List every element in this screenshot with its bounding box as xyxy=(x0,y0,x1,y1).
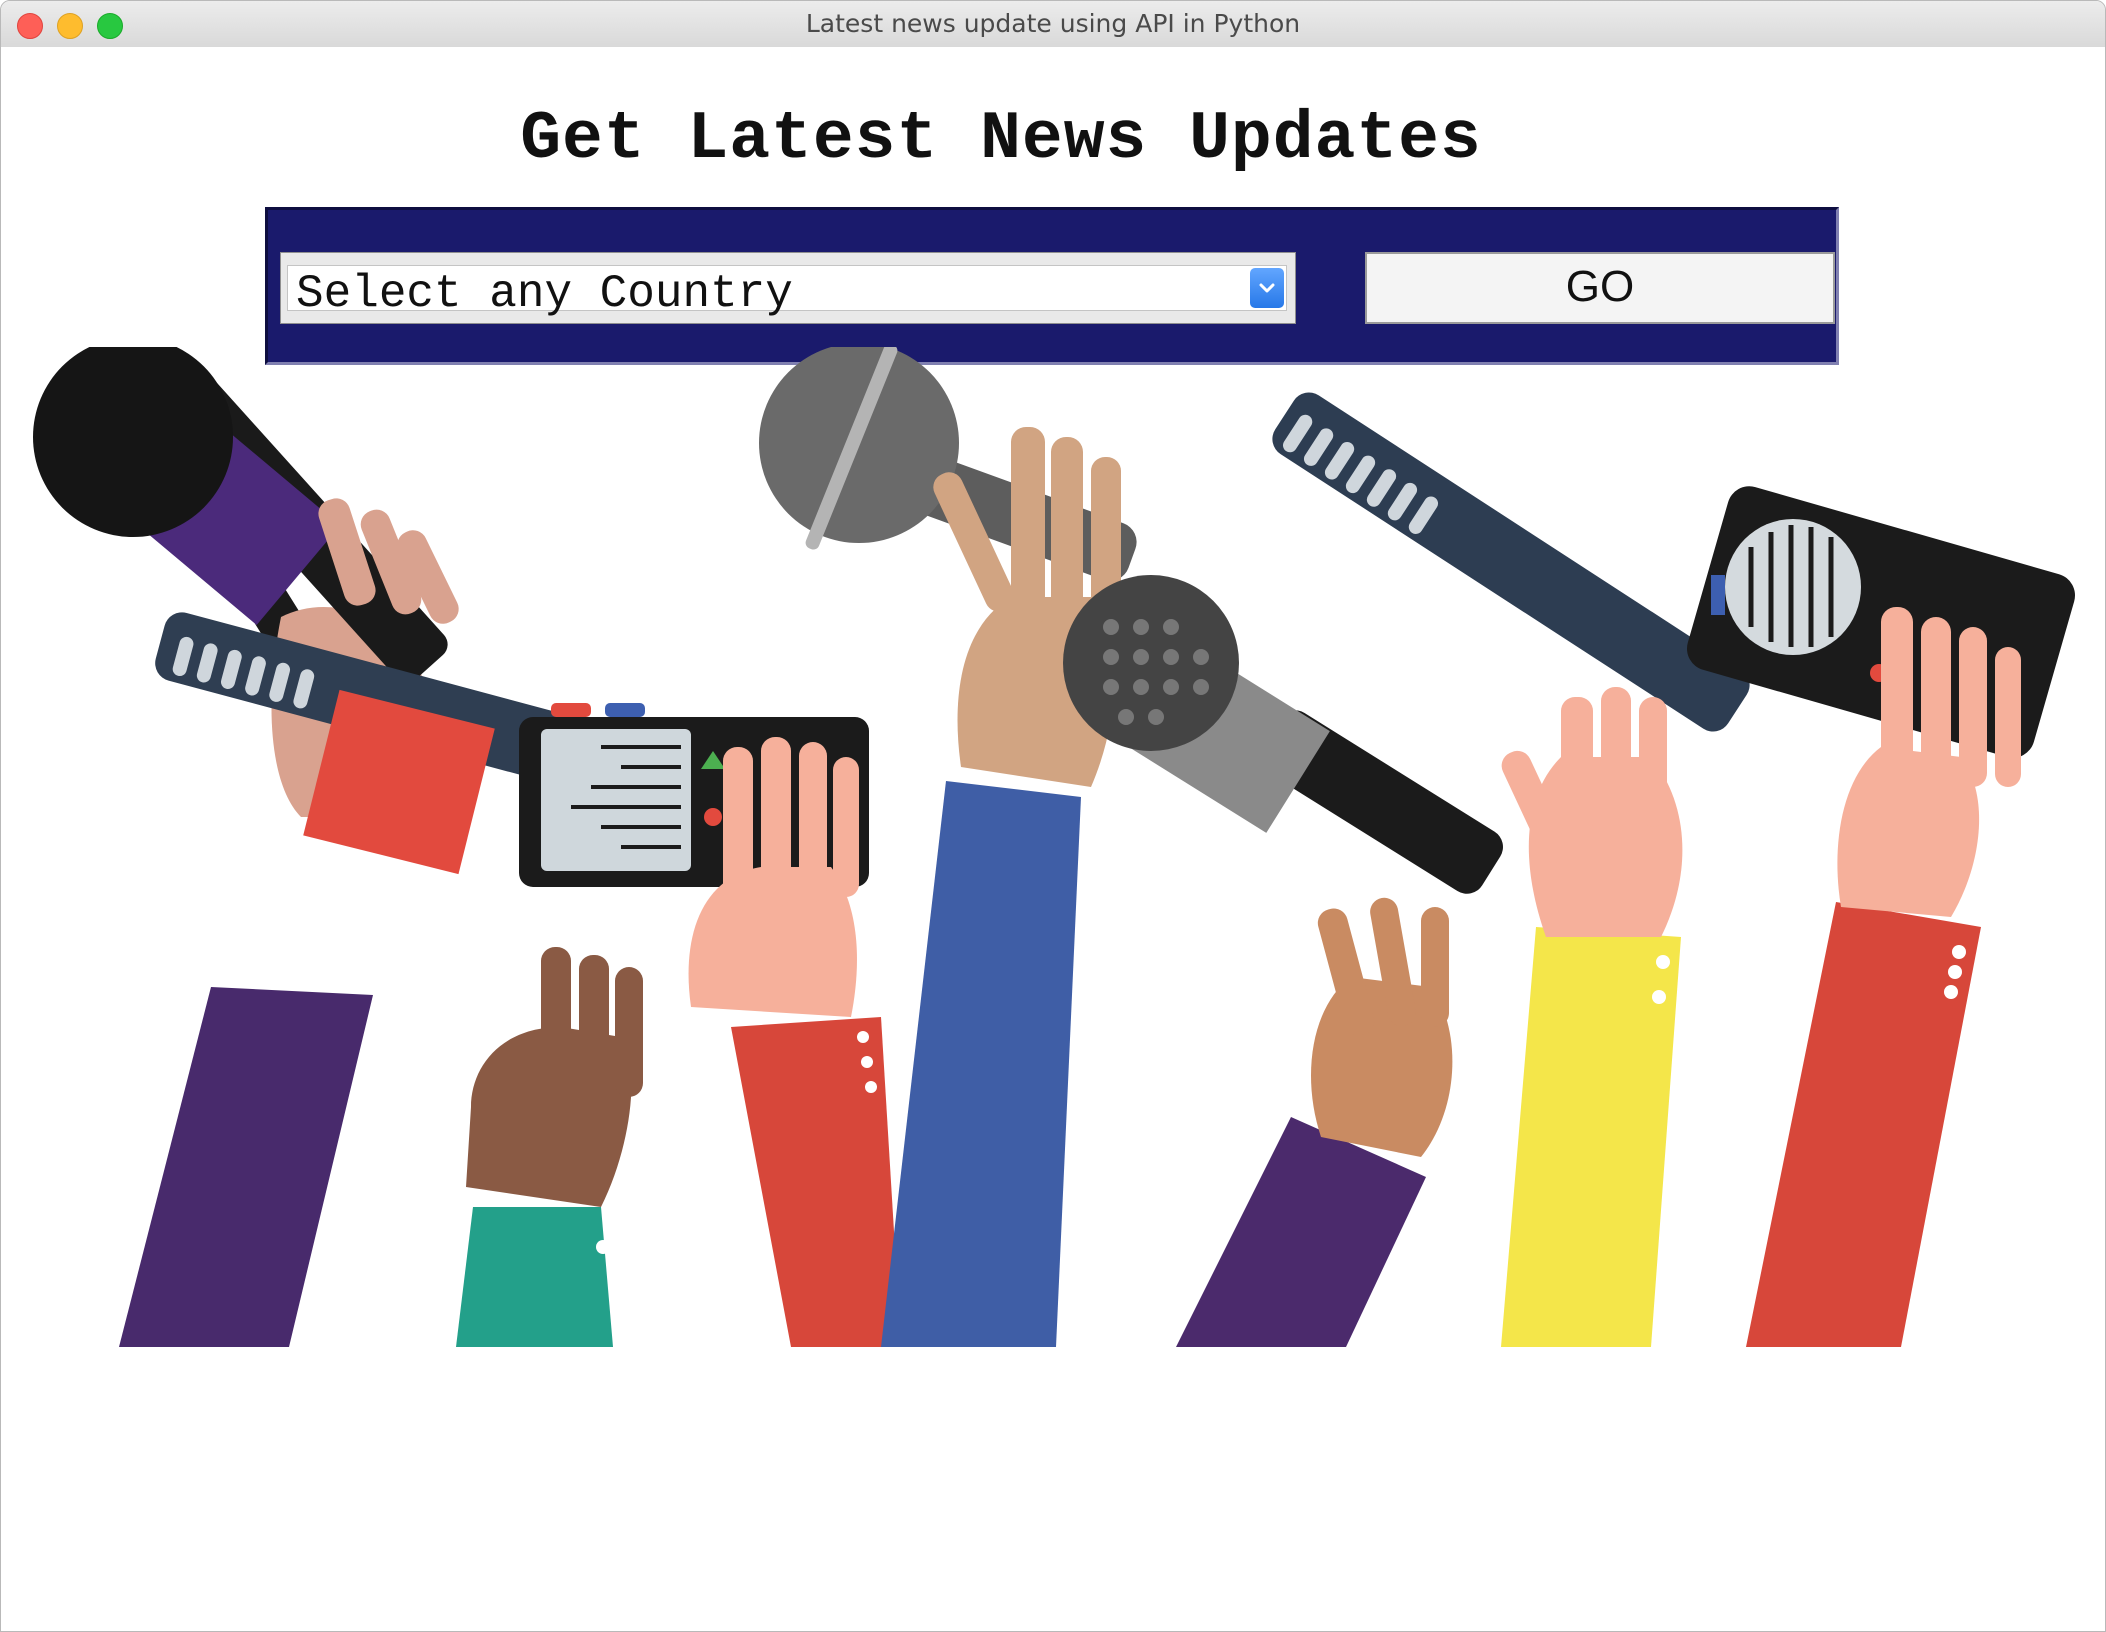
reporter-hand-mesh-mic xyxy=(1063,575,1503,1347)
country-select-field[interactable]: Select any Country xyxy=(287,265,1287,320)
country-select-value: Select any Country xyxy=(296,268,793,320)
controls-panel: Select any Country GO xyxy=(265,207,1839,365)
page-title: Get Latest News Updates xyxy=(520,101,1482,178)
go-button[interactable]: GO xyxy=(1365,252,1835,324)
country-select[interactable]: Select any Country xyxy=(280,252,1296,324)
title-bar[interactable]: Latest news update using API in Python xyxy=(1,1,2105,48)
reporter-hand-recorder-right xyxy=(1686,486,2076,1347)
main-content: Get Latest News Updates Select any Count… xyxy=(1,47,2105,1631)
app-window: Latest news update using API in Python G… xyxy=(0,0,2106,1632)
chevron-down-icon[interactable] xyxy=(1250,268,1284,308)
news-reporters-illustration xyxy=(33,347,2076,1347)
window-title: Latest news update using API in Python xyxy=(805,9,1301,38)
